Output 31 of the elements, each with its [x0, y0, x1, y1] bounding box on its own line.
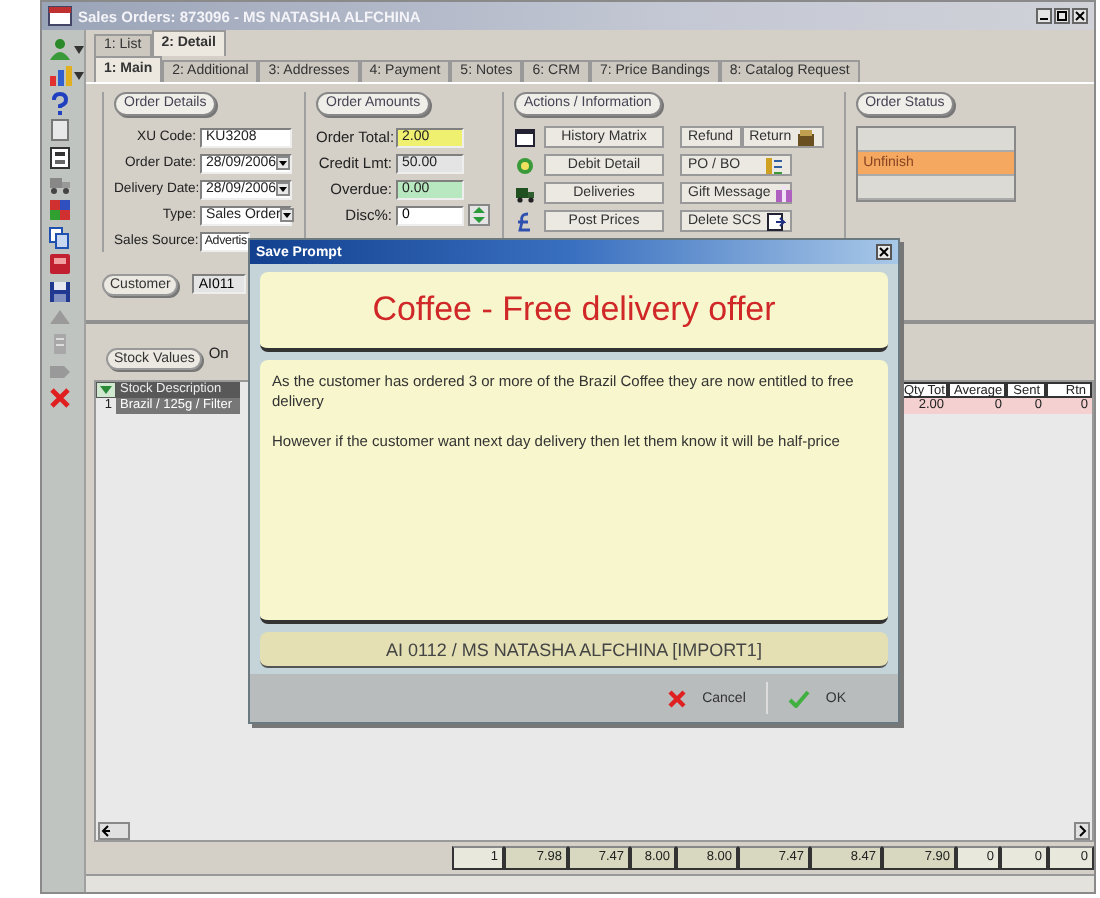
list-icon — [764, 155, 784, 175]
box-icon — [795, 127, 816, 147]
truck-icon — [514, 182, 536, 204]
close-icon[interactable] — [876, 244, 892, 260]
grid-icon[interactable] — [48, 198, 72, 223]
save-icon[interactable] — [48, 279, 72, 304]
form-icon — [765, 211, 786, 231]
scroll-right-icon[interactable] — [1074, 822, 1090, 840]
document-icon[interactable] — [48, 118, 72, 143]
dropdown-arrow-icon[interactable] — [276, 182, 291, 196]
calendar-icon — [514, 126, 536, 148]
check-icon — [787, 689, 810, 707]
customer-banner: AI 0112 / MS NATASHA ALFCHINA [IMPORT1] — [260, 632, 888, 668]
minimize-icon[interactable] — [1036, 8, 1052, 24]
cross-icon — [668, 689, 687, 707]
dropdown-arrow-icon[interactable] — [276, 156, 291, 170]
dropdown-arrow-icon[interactable] — [74, 72, 84, 81]
gift-icon — [774, 183, 795, 203]
maximize-icon[interactable] — [1054, 8, 1070, 24]
filter-icon[interactable] — [96, 382, 116, 398]
dropdown-arrow-icon[interactable] — [74, 46, 84, 54]
app-icon — [48, 6, 72, 26]
copy-icon[interactable] — [48, 225, 72, 250]
scroll-left-icon[interactable] — [98, 822, 130, 840]
spin-icon[interactable] — [468, 204, 490, 226]
dropdown-arrow-icon[interactable] — [280, 208, 295, 222]
close-icon[interactable] — [1072, 8, 1088, 24]
help-icon[interactable] — [48, 91, 72, 116]
chart-icon[interactable] — [48, 64, 72, 89]
pound-icon — [514, 210, 536, 232]
offer-heading: Coffee - Free delivery offer — [260, 272, 888, 352]
